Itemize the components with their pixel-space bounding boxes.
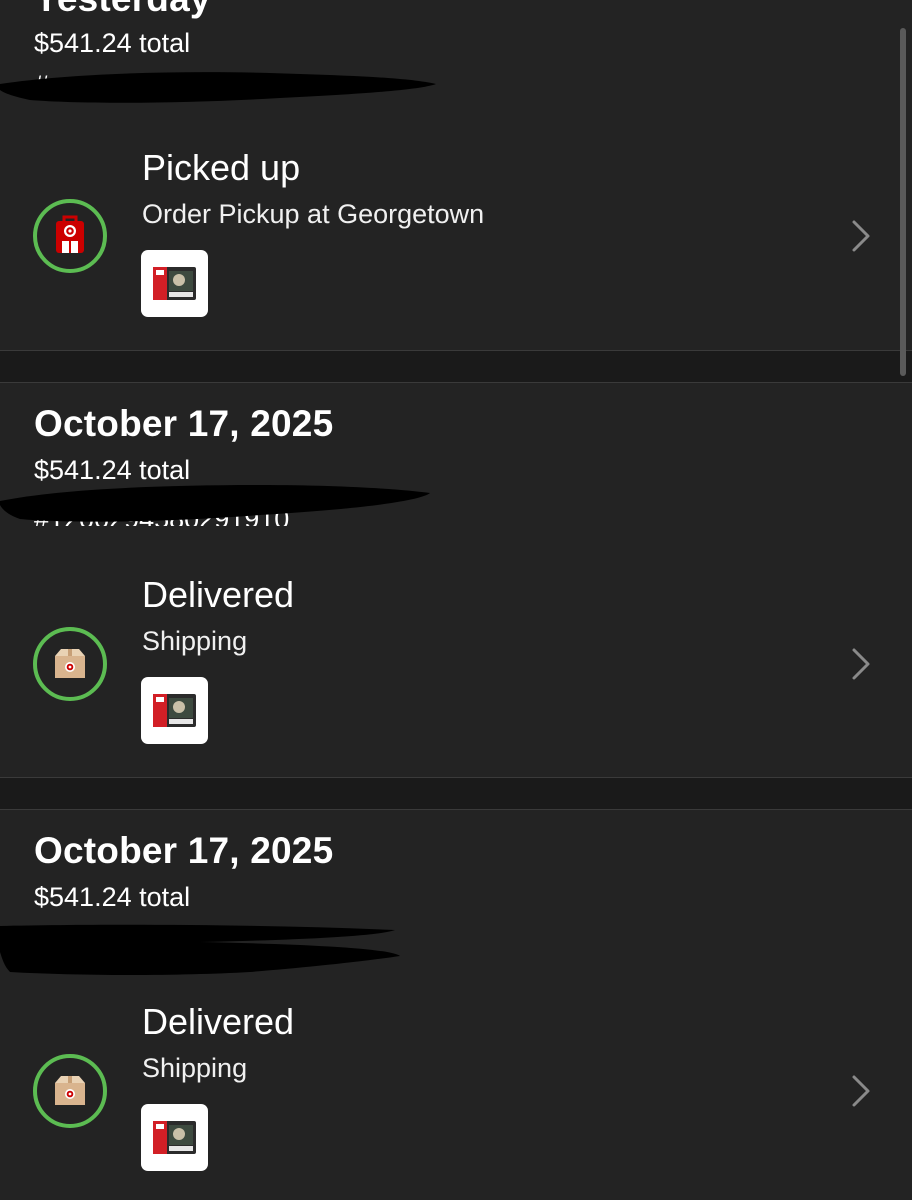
- redaction-mark: [0, 485, 430, 522]
- order-history-page: Yesterday $541.24 total # Picked up Orde…: [0, 0, 912, 1200]
- order-total: $541.24 total: [34, 882, 191, 912]
- order-date: Yesterday: [34, 0, 211, 20]
- product-thumbnail[interactable]: [141, 1104, 208, 1171]
- shipping-box-icon: [33, 627, 107, 701]
- product-thumbnail[interactable]: [141, 677, 208, 744]
- order-card[interactable]: October 17, 2025 $541.24 total #12002945…: [0, 383, 912, 777]
- fulfillment-method: Shipping: [142, 626, 248, 656]
- store-pickup-icon: [33, 199, 107, 273]
- chevron-right-icon[interactable]: [848, 644, 874, 684]
- order-status: Picked up: [142, 147, 301, 188]
- chevron-right-icon[interactable]: [848, 1071, 874, 1111]
- order-card[interactable]: October 17, 2025 $541.24 total # Deliver…: [0, 810, 912, 1200]
- section-separator: [0, 777, 912, 810]
- shipping-box-icon: [33, 1054, 107, 1128]
- order-status: Delivered: [142, 574, 295, 615]
- order-status: Delivered: [142, 1001, 295, 1042]
- product-thumbnail[interactable]: [141, 250, 208, 317]
- order-total: $541.24 total: [34, 28, 191, 58]
- chevron-right-icon[interactable]: [848, 216, 874, 256]
- order-card[interactable]: Yesterday $541.24 total # Picked up Orde…: [0, 0, 912, 350]
- fulfillment-method: Shipping: [142, 1053, 248, 1083]
- order-date: October 17, 2025: [34, 830, 334, 871]
- redaction-mark: [0, 924, 400, 975]
- order-date: October 17, 2025: [34, 403, 334, 444]
- fulfillment-method: Order Pickup at Georgetown: [142, 199, 485, 229]
- scrollbar[interactable]: [900, 28, 906, 376]
- section-separator: [0, 350, 912, 383]
- redaction-mark: [0, 72, 436, 103]
